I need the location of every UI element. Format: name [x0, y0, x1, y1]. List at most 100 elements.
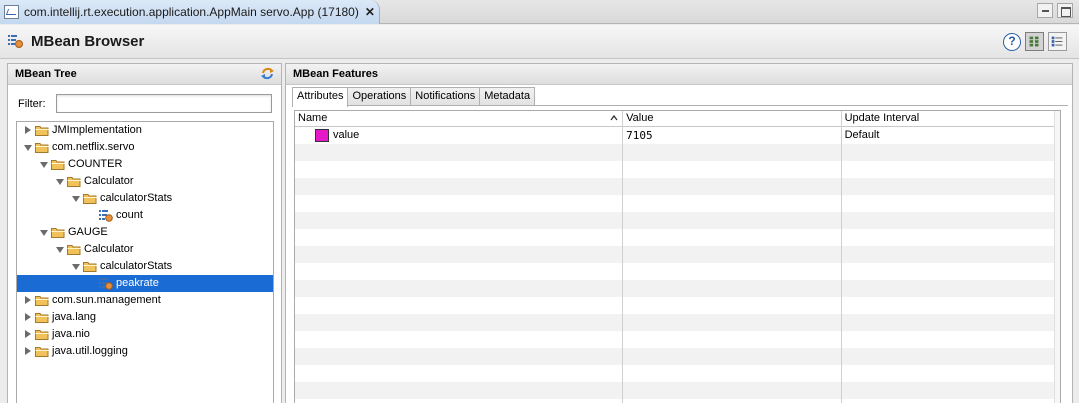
expand-arrow-closed-icon[interactable]	[23, 292, 33, 309]
table-row-empty	[295, 348, 1060, 365]
table-cell-empty	[623, 246, 842, 263]
filter-input[interactable]	[56, 94, 272, 113]
tree-node[interactable]: java.lang	[17, 309, 273, 326]
tree-node[interactable]: COUNTER	[17, 156, 273, 173]
tree-node[interactable]: calculatorStats	[17, 190, 273, 207]
table-cell-empty	[295, 246, 624, 263]
table-cell-empty	[295, 280, 624, 297]
table-cell-empty	[842, 144, 1060, 161]
expand-arrow-open-icon[interactable]	[39, 224, 49, 241]
grid-view-icon[interactable]	[1025, 32, 1044, 51]
table-cell-empty	[623, 161, 842, 178]
folder-open-icon	[83, 261, 97, 272]
tab-operations[interactable]: Operations	[347, 87, 412, 106]
table-cell-empty	[623, 263, 842, 280]
tab-metadata[interactable]: Metadata	[479, 87, 536, 106]
page-title: MBean Browser	[31, 33, 145, 50]
folder-icon	[35, 329, 49, 340]
table-cell-empty	[623, 178, 842, 195]
tree-node[interactable]: count	[17, 207, 273, 224]
header-toolbar: ?	[1003, 32, 1067, 51]
tree-node[interactable]: java.util.logging	[17, 343, 273, 360]
mbean-browser-header: MBean Browser ?	[0, 25, 1079, 59]
help-button[interactable]: ?	[1003, 32, 1021, 51]
expand-arrow-closed-icon[interactable]	[23, 326, 33, 343]
table-cell-empty	[623, 297, 842, 314]
table-cell-empty	[623, 365, 842, 382]
expand-arrow-open-icon[interactable]	[23, 139, 33, 156]
vertical-scrollbar[interactable]	[1054, 111, 1060, 403]
table-cell-empty	[623, 331, 842, 348]
table-cell-empty	[295, 314, 624, 331]
tab-notifications[interactable]: Notifications	[410, 87, 481, 106]
tree-node[interactable]: Calculator	[17, 173, 273, 190]
expand-arrow-closed-icon[interactable]	[23, 122, 33, 139]
column-header-value[interactable]: Value	[623, 111, 842, 127]
expand-arrow-open-icon[interactable]	[55, 173, 65, 190]
tree-node-label: com.netflix.servo	[52, 141, 135, 153]
table-cell-empty	[623, 280, 842, 297]
features-tabs: Attributes Operations Notifications Meta…	[292, 87, 536, 107]
close-icon[interactable]: ✕	[365, 5, 375, 19]
editor-tab-title: com.intellij.rt.execution.application.Ap…	[24, 5, 359, 19]
table-row-empty	[295, 297, 1060, 314]
mbean-tree-panel: MBean Tree Filter: JMImplementation com.n…	[7, 63, 282, 403]
table-row[interactable]: value 7105 Default	[295, 127, 1060, 144]
table-cell-empty	[295, 229, 624, 246]
list-view-icon[interactable]	[1048, 32, 1067, 51]
editor-tab[interactable]: com.intellij.rt.execution.application.Ap…	[0, 0, 380, 24]
table-cell-empty	[295, 399, 624, 403]
tree-node[interactable]: calculatorStats	[17, 258, 273, 275]
table-cell-empty	[295, 144, 624, 161]
sort-ascending-icon	[610, 114, 618, 121]
expand-arrow-open-icon[interactable]	[71, 190, 81, 207]
folder-open-icon	[67, 244, 81, 255]
mbean-tree-header: MBean Tree	[8, 64, 281, 85]
table-row-empty	[295, 161, 1060, 178]
mbean-icon	[99, 209, 113, 222]
editor-tab-strip: com.intellij.rt.execution.application.Ap…	[0, 0, 1079, 24]
column-header-name-label: Name	[298, 112, 328, 124]
cell-update-interval: Default	[844, 129, 880, 141]
table-row-empty	[295, 229, 1060, 246]
table-row-empty	[295, 263, 1060, 280]
table-cell-empty	[623, 314, 842, 331]
filter-row: Filter:	[18, 94, 272, 113]
table-cell-empty	[623, 212, 842, 229]
tree-node-label: Calculator	[84, 243, 134, 255]
tree-node[interactable]: Calculator	[17, 241, 273, 258]
minimize-button[interactable]	[1037, 3, 1053, 18]
table-cell-empty	[623, 399, 842, 403]
table-row-empty	[295, 314, 1060, 331]
table-cell-empty	[842, 263, 1060, 280]
expand-arrow-open-icon[interactable]	[55, 241, 65, 258]
table-cell-empty	[842, 365, 1060, 382]
table-cell-empty	[842, 348, 1060, 365]
mbean-tree: JMImplementation com.netflix.servo COUNTER…	[16, 121, 274, 403]
table-cell-empty	[623, 229, 842, 246]
tree-node[interactable]: peakrate	[17, 275, 273, 292]
tree-node[interactable]: com.netflix.servo	[17, 139, 273, 156]
tree-node-label: calculatorStats	[100, 260, 173, 272]
tree-node[interactable]: com.sun.management	[17, 292, 273, 309]
expand-arrow-open-icon[interactable]	[39, 156, 49, 173]
refresh-icon[interactable]	[260, 66, 275, 81]
tree-node[interactable]: JMImplementation	[17, 122, 273, 139]
maximize-button[interactable]	[1057, 3, 1073, 18]
table-cell-empty	[842, 195, 1060, 212]
expand-arrow-closed-icon[interactable]	[23, 343, 33, 360]
table-cell-empty	[842, 229, 1060, 246]
expand-arrow-closed-icon[interactable]	[23, 309, 33, 326]
tab-attributes[interactable]: Attributes	[292, 87, 349, 107]
column-header-update-interval[interactable]: Update Interval	[842, 111, 1060, 127]
column-header-name[interactable]: Name	[295, 111, 624, 127]
tree-node[interactable]: GAUGE	[17, 224, 273, 241]
color-swatch-icon[interactable]	[315, 129, 329, 142]
table-cell-empty	[295, 195, 624, 212]
table-cell-empty	[295, 178, 624, 195]
table-header: Name Value Update Interval	[295, 111, 1060, 127]
table-cell-empty	[295, 297, 624, 314]
expand-arrow-open-icon[interactable]	[71, 258, 81, 275]
tree-node[interactable]: java.nio	[17, 326, 273, 343]
cell-value: 7105	[623, 127, 842, 144]
